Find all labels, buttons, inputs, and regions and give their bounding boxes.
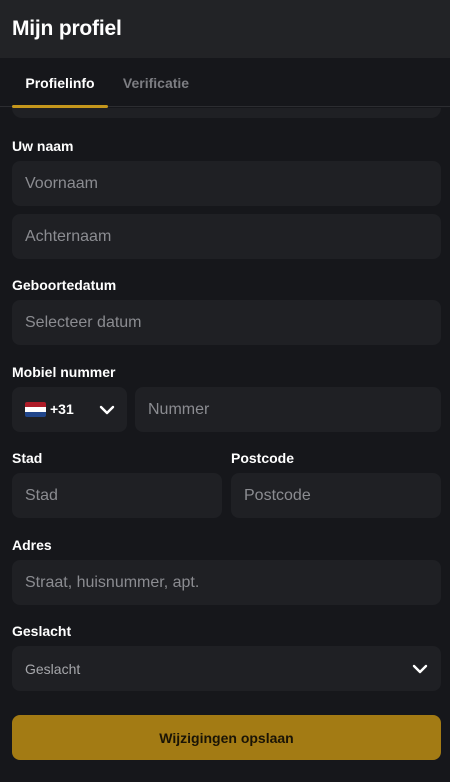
tab-profielinfo[interactable]: Profielinfo (12, 58, 108, 108)
last-name-input[interactable] (12, 214, 441, 259)
gender-label: Geslacht (12, 623, 72, 639)
city-label: Stad (12, 450, 43, 466)
mobile-number-field[interactable] (135, 387, 441, 432)
chevron-down-icon (99, 405, 115, 415)
city-field[interactable] (12, 473, 222, 518)
netherlands-flag-icon (25, 402, 46, 417)
country-code: +31 (50, 401, 74, 417)
first-name-field[interactable] (12, 161, 441, 206)
postcode-field[interactable] (231, 473, 441, 518)
mobile-number-input[interactable] (135, 387, 441, 432)
birthdate-input[interactable] (12, 300, 441, 345)
name-label: Uw naam (12, 138, 74, 154)
birthdate-label: Geboortedatum (12, 277, 117, 293)
save-button-label: Wijzigingen opslaan (159, 729, 294, 746)
address-field[interactable] (12, 560, 441, 605)
tab-label: Verificatie (122, 74, 190, 91)
chevron-down-icon (412, 664, 428, 674)
page-title: Mijn profiel (12, 17, 122, 40)
birthdate-field[interactable] (12, 300, 441, 345)
first-name-input[interactable] (12, 161, 441, 206)
address-input[interactable] (12, 560, 441, 605)
app-header: Mijn profiel (0, 0, 450, 58)
tab-verificatie[interactable]: Verificatie (108, 58, 204, 107)
gender-select[interactable]: Geslacht (12, 646, 441, 691)
address-label: Adres (12, 537, 52, 553)
save-changes-button[interactable]: Wijzigingen opslaan (12, 715, 441, 760)
postcode-input[interactable] (231, 473, 441, 518)
profile-tabs: Profielinfo Verificatie (0, 58, 450, 108)
country-code-select[interactable]: +31 (12, 387, 127, 432)
tab-label: Profielinfo (25, 74, 95, 91)
mobile-label: Mobiel nummer (12, 364, 116, 380)
last-name-field[interactable] (12, 214, 441, 259)
scrolled-card-edge (12, 108, 441, 118)
city-input[interactable] (12, 473, 222, 518)
postcode-label: Postcode (231, 450, 295, 466)
gender-selected-value: Geslacht (25, 661, 81, 677)
